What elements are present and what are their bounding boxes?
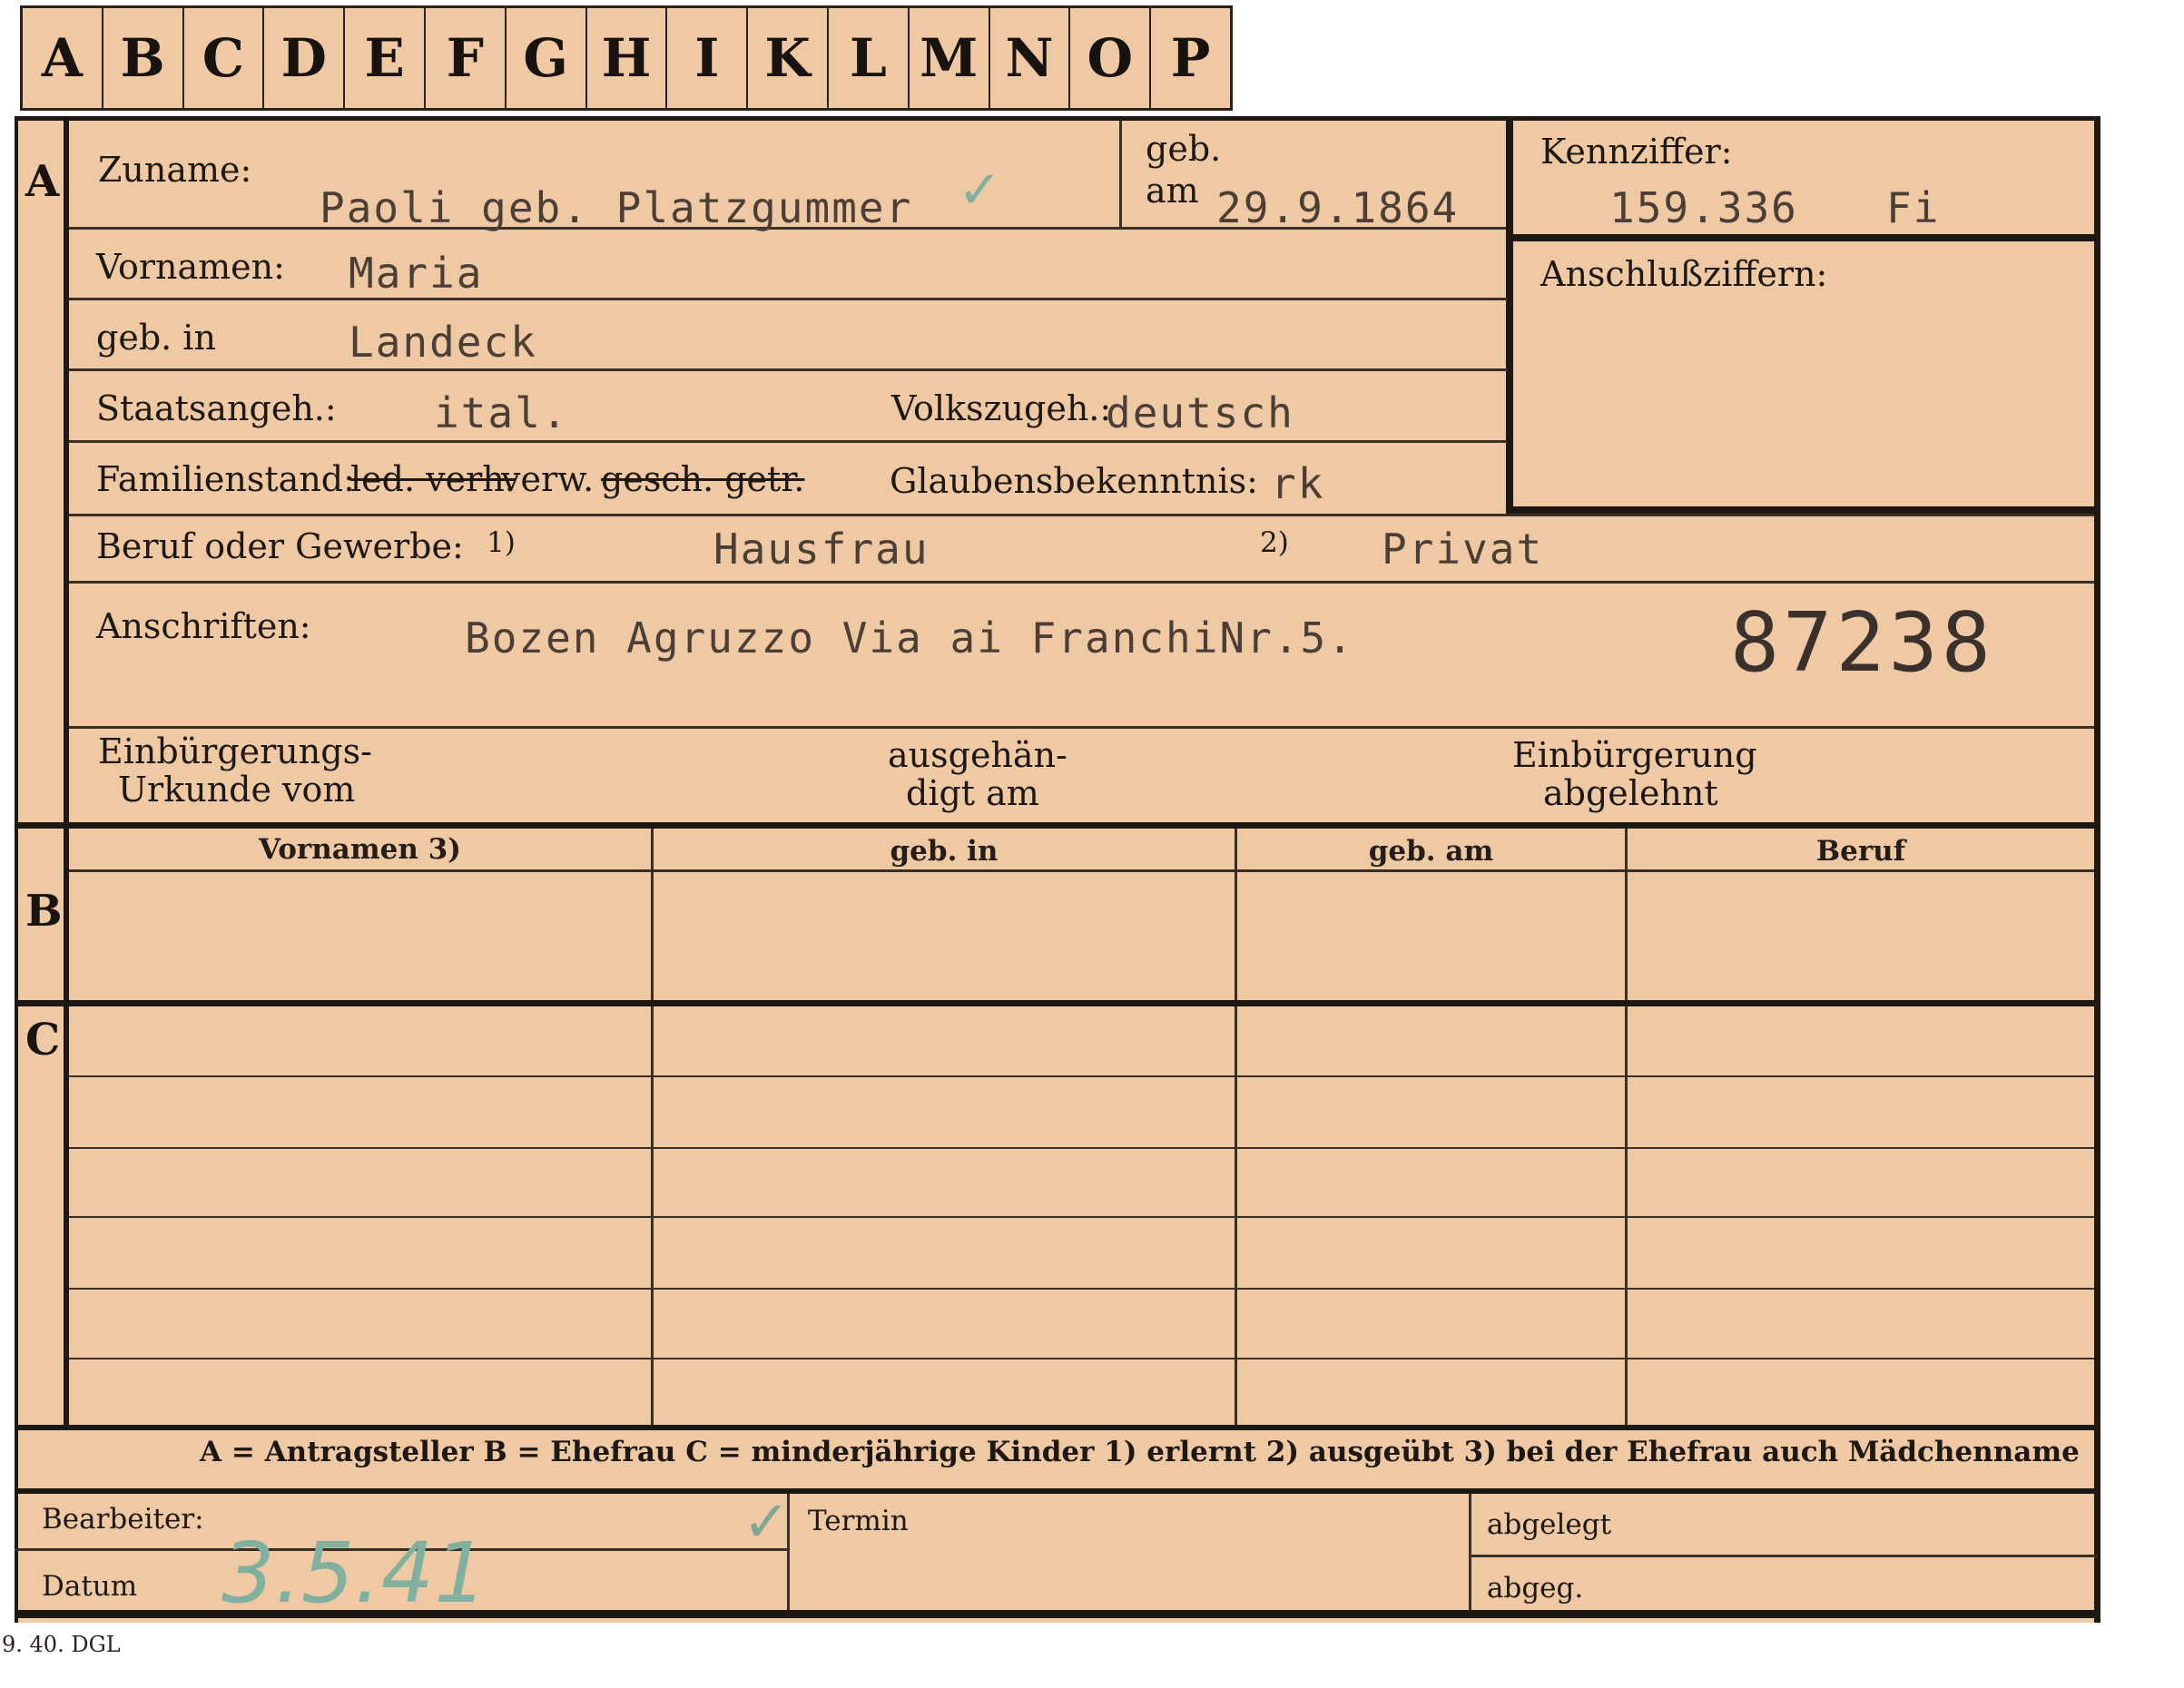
- datum-value[interactable]: 3.5.41: [221, 1525, 487, 1622]
- tab-n[interactable]: N: [990, 8, 1071, 108]
- abgelegt-label: abgelegt: [1487, 1508, 1612, 1541]
- staats-label: Staatsangeh.:: [96, 388, 337, 428]
- col-beruf-header: Beruf: [1815, 835, 1906, 868]
- beruf-value-1[interactable]: Hausfrau: [713, 525, 930, 574]
- gebin-label: geb. in: [96, 318, 216, 358]
- beruf-note-2: 2): [1260, 526, 1289, 559]
- urkunde-label-2: Urkunde vom: [118, 770, 356, 810]
- tab-c[interactable]: C: [184, 8, 265, 108]
- abgelehnt-label-1: Einbürgerung: [1512, 735, 1757, 775]
- glauben-label: Glaubensbekenntnis:: [890, 461, 1258, 501]
- familien-opt-verw[interactable]: verw.: [501, 459, 594, 499]
- stamp-number: 87238: [1730, 595, 1994, 691]
- tab-d[interactable]: D: [264, 8, 346, 108]
- volks-value[interactable]: deutsch: [1106, 388, 1294, 437]
- legend-text: A = Antragsteller B = Ehefrau C = minder…: [200, 1436, 2080, 1468]
- tab-l[interactable]: L: [829, 8, 910, 108]
- familien-label: Familienstand:: [96, 459, 355, 499]
- section-c-marker: C: [25, 1015, 61, 1065]
- abgeg-label: abgeg.: [1487, 1572, 1584, 1605]
- abgelehnt-label-2: abgelehnt: [1543, 773, 1718, 813]
- print-code: 9. 40. DGL: [2, 1632, 121, 1657]
- tab-g[interactable]: G: [507, 8, 587, 108]
- volks-label: Volkszugeh.:: [891, 388, 1112, 428]
- tab-k[interactable]: K: [748, 8, 829, 108]
- zuname-label: Zuname:: [98, 150, 252, 190]
- col-gebin-header: geb. in: [890, 835, 999, 868]
- zuname-value[interactable]: Paoli geb. Platzgummer: [320, 183, 912, 232]
- familien-opt-led-verh[interactable]: led. verh.: [350, 459, 516, 499]
- check-mark-icon: ✓: [958, 159, 1002, 221]
- vornamen-value[interactable]: Maria: [349, 249, 483, 298]
- check-mark-icon-footer: ✓: [743, 1488, 790, 1555]
- col-gebam-header: geb. am: [1368, 835, 1494, 868]
- tab-i[interactable]: I: [667, 8, 749, 108]
- alphabet-tabs: A B C D E F G H I K L M N O P: [20, 5, 1233, 111]
- urkunde-label-1: Einbürgerungs-: [98, 731, 372, 771]
- familien-opt-gesch-getr[interactable]: gesch. getr.: [601, 459, 804, 499]
- beruf-value-2[interactable]: Privat: [1382, 525, 1543, 574]
- tab-o[interactable]: O: [1070, 8, 1152, 108]
- left-rule: [64, 116, 69, 1428]
- tab-e[interactable]: E: [345, 8, 426, 108]
- geb-am-value[interactable]: 29.9.1864: [1216, 183, 1459, 232]
- tab-a[interactable]: A: [23, 8, 103, 108]
- ausgehaendigt-label-1: ausgehän-: [888, 735, 1067, 775]
- vornamen-label: Vornamen:: [96, 247, 285, 287]
- glauben-value[interactable]: rk: [1271, 459, 1324, 508]
- bearbeiter-label: Bearbeiter:: [42, 1503, 204, 1536]
- beruf-label: Beruf oder Gewerbe:: [96, 526, 464, 566]
- ausgehaendigt-label-2: digt am: [906, 773, 1039, 813]
- section-b-marker: B: [25, 886, 63, 937]
- kennziffer-value[interactable]: 159.336: [1609, 183, 1798, 232]
- right-rule: [2094, 116, 2100, 1623]
- anschrift-label: Anschriften:: [96, 606, 311, 646]
- gebin-value[interactable]: Landeck: [349, 318, 537, 367]
- kennziffer-suffix: Fi: [1886, 183, 1941, 232]
- tab-b[interactable]: B: [103, 8, 184, 108]
- kennziffer-label: Kennziffer:: [1540, 132, 1733, 172]
- staats-value[interactable]: ital.: [434, 388, 568, 437]
- geb-label: geb.: [1146, 129, 1222, 169]
- termin-label: Termin: [808, 1505, 909, 1537]
- tab-m[interactable]: M: [910, 8, 990, 108]
- beruf-note-1: 1): [487, 526, 516, 559]
- section-a-marker: A: [25, 156, 60, 207]
- am-label: am: [1146, 171, 1199, 211]
- anschrift-value[interactable]: Bozen Agruzzo Via ai FranchiNr.5.: [465, 613, 1354, 662]
- anschluss-label: Anschlußziffern:: [1540, 254, 1828, 294]
- tab-f[interactable]: F: [426, 8, 507, 108]
- col-vornamen-header: Vornamen 3): [259, 833, 461, 866]
- tab-h[interactable]: H: [587, 8, 668, 108]
- tab-p[interactable]: P: [1151, 8, 1230, 108]
- datum-label: Datum: [42, 1570, 138, 1603]
